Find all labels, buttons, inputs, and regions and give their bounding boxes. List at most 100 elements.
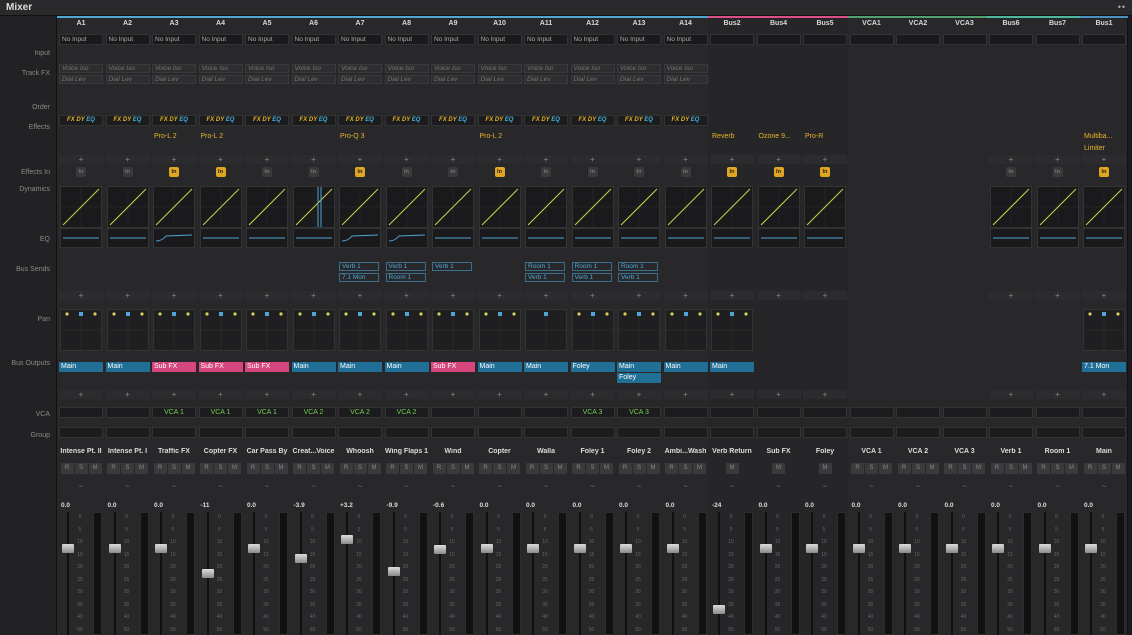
add-output-button[interactable]: +: [198, 390, 243, 399]
track-fx-slot[interactable]: Voice Iso: [524, 64, 568, 73]
processing-order[interactable]: FX DY EQ: [245, 115, 289, 126]
mute-button[interactable]: M: [646, 463, 660, 474]
group-slot[interactable]: [1082, 427, 1126, 438]
solo-button[interactable]: S: [1097, 463, 1111, 474]
track-name[interactable]: VCA 1: [848, 448, 896, 455]
fader[interactable]: 0 5 10 15 20 25 30 35 40 50: [941, 512, 989, 635]
group-slot[interactable]: [338, 427, 382, 438]
fader-cap[interactable]: [806, 544, 818, 553]
vca-slot[interactable]: VCA 2: [338, 407, 382, 418]
bus-output-slot[interactable]: Main: [338, 362, 382, 372]
group-slot[interactable]: [152, 427, 196, 438]
group-slot[interactable]: [756, 427, 801, 438]
track-name[interactable]: Main: [1080, 448, 1128, 455]
add-effect-button[interactable]: +: [989, 155, 1033, 164]
mute-button[interactable]: M: [460, 463, 474, 474]
solo-button[interactable]: S: [353, 463, 367, 474]
eq-graph[interactable]: [990, 228, 1032, 248]
solo-button[interactable]: S: [121, 463, 134, 474]
group-slot[interactable]: [245, 427, 289, 438]
add-effect-button[interactable]: +: [291, 155, 336, 164]
group-slot[interactable]: [59, 427, 103, 438]
dynamics-graph[interactable]: [1083, 186, 1125, 228]
add-effect-button[interactable]: +: [710, 155, 754, 164]
add-send-button[interactable]: +: [663, 291, 708, 300]
eq-graph[interactable]: [711, 228, 753, 248]
fader-cap[interactable]: [620, 544, 632, 553]
track-fx-slot[interactable]: Dial Lev: [431, 75, 475, 84]
input-slot[interactable]: [1035, 34, 1080, 45]
vca-slot[interactable]: [710, 407, 754, 418]
effect-slot[interactable]: Pro-Q 3: [338, 131, 382, 142]
input-slot[interactable]: No Input: [152, 34, 196, 45]
record-button[interactable]: R: [107, 463, 120, 474]
vca-slot[interactable]: VCA 2: [291, 407, 336, 418]
effects-in-toggle[interactable]: In: [1006, 167, 1016, 177]
effects-in-toggle[interactable]: In: [494, 167, 505, 177]
bus-send-slot[interactable]: Verb 1: [618, 273, 658, 282]
effects-in-toggle[interactable]: In: [448, 167, 458, 177]
record-button[interactable]: R: [618, 463, 632, 474]
track-fx-slot[interactable]: Dial Lev: [105, 75, 150, 84]
effect-slot[interactable]: Limiter: [1082, 143, 1126, 154]
track-name[interactable]: Sub FX: [755, 448, 803, 455]
mute-button[interactable]: M: [772, 463, 785, 474]
add-output-button[interactable]: +: [803, 390, 847, 399]
add-send-button[interactable]: +: [152, 291, 196, 300]
bus-output-slot[interactable]: Main: [524, 362, 568, 372]
vca-slot[interactable]: [59, 407, 103, 418]
track-name[interactable]: Ambi...Wash: [662, 448, 710, 455]
group-slot[interactable]: [524, 427, 568, 438]
add-output-button[interactable]: +: [1082, 390, 1126, 399]
automation-icon[interactable]: ~: [213, 482, 229, 491]
effects-in-toggle[interactable]: In: [308, 167, 319, 177]
solo-button[interactable]: S: [260, 463, 274, 474]
automation-icon[interactable]: ~: [1003, 482, 1019, 491]
fader-cap[interactable]: [248, 544, 260, 553]
dynamics-graph[interactable]: [106, 186, 149, 228]
solo-button[interactable]: S: [74, 463, 88, 474]
effects-in-toggle[interactable]: In: [355, 167, 365, 177]
fader[interactable]: 0 5 10 15 20 25 30 35 40 50: [1080, 512, 1128, 635]
fader-cap[interactable]: [759, 544, 772, 553]
fader-cap[interactable]: [573, 544, 586, 553]
effects-in-toggle[interactable]: In: [541, 167, 551, 177]
automation-icon[interactable]: ~: [817, 482, 833, 491]
add-send-button[interactable]: +: [617, 291, 661, 300]
group-slot[interactable]: [989, 427, 1033, 438]
add-effect-button[interactable]: +: [570, 155, 615, 164]
record-button[interactable]: R: [479, 463, 492, 474]
track-fx-slot[interactable]: Voice Iso: [245, 64, 289, 73]
vca-slot[interactable]: [989, 407, 1033, 418]
pan-control[interactable]: [292, 309, 335, 351]
track-fx-slot[interactable]: Voice Iso: [431, 64, 475, 73]
fader[interactable]: 0 5 10 15 20 25 30 35 40 50: [1034, 512, 1082, 635]
eq-graph[interactable]: [757, 228, 800, 248]
dynamics-graph[interactable]: [618, 186, 660, 228]
track-fx-slot[interactable]: Dial Lev: [338, 75, 382, 84]
pan-control[interactable]: [385, 309, 428, 351]
fader[interactable]: 0 5 10 15 20 25 30 35 40 50: [336, 512, 384, 635]
options-icon[interactable]: ••: [1118, 2, 1126, 12]
automation-icon[interactable]: ~: [1096, 482, 1112, 491]
bus-send-slot[interactable]: Room 1: [571, 262, 612, 271]
add-send-button[interactable]: +: [477, 291, 522, 300]
add-send-button[interactable]: +: [570, 291, 615, 300]
bus-output-slot[interactable]: Main: [59, 362, 103, 372]
solo-button[interactable]: S: [1051, 463, 1064, 474]
record-button[interactable]: R: [339, 463, 353, 474]
dynamics-graph[interactable]: [339, 186, 381, 228]
effect-slot[interactable]: Pro-L 2: [152, 131, 196, 142]
track-fx-slot[interactable]: Dial Lev: [245, 75, 289, 84]
mute-button[interactable]: M: [88, 463, 102, 474]
fader[interactable]: 0 5 10 15 20 25 30 35 40 50: [522, 512, 570, 635]
input-slot[interactable]: No Input: [524, 34, 568, 45]
eq-graph[interactable]: [1036, 228, 1079, 248]
effects-in-toggle[interactable]: In: [262, 167, 272, 177]
add-effect-button[interactable]: +: [617, 155, 661, 164]
input-slot[interactable]: No Input: [245, 34, 289, 45]
automation-icon[interactable]: ~: [1050, 482, 1066, 491]
add-send-button[interactable]: +: [245, 291, 289, 300]
bus-output-slot[interactable]: Main: [105, 362, 150, 372]
add-output-button[interactable]: +: [989, 390, 1033, 399]
